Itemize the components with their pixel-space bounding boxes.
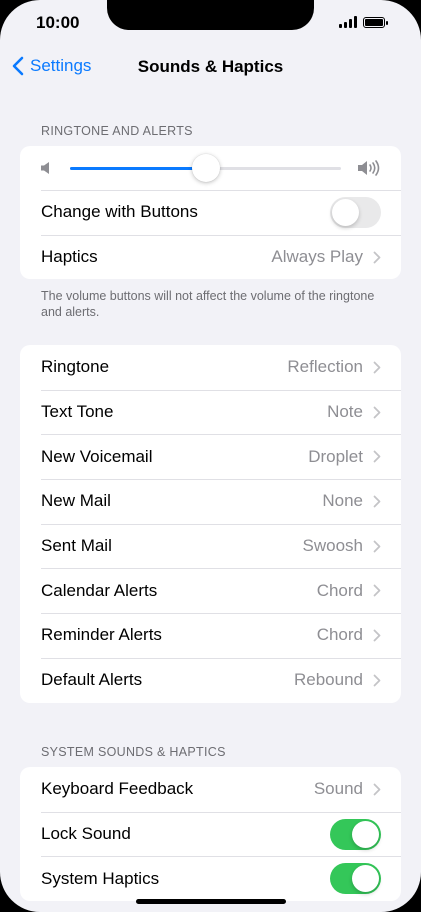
volume-slider-fill [70,167,206,170]
chevron-right-icon [373,251,381,263]
home-indicator[interactable] [136,899,286,904]
volume-slider[interactable] [70,154,341,182]
phone-screen: 10:00 Settings Sounds & Haptics RINGTONE… [0,0,421,912]
volume-slider-row [20,146,401,190]
section-header-ringtone: RINGTONE AND ALERTS [41,124,193,138]
tone-row[interactable]: Ringtone Reflection [20,345,401,390]
chevron-right-icon [373,629,381,642]
keyboard-feedback-row[interactable]: Keyboard Feedback Sound [20,767,401,812]
tone-label: Reminder Alerts [41,625,162,645]
tone-row[interactable]: Text Tone Note [20,389,401,435]
tone-label: Calendar Alerts [41,580,158,600]
tone-value: Chord [316,580,363,600]
tone-value: Swoosh [302,536,363,556]
tone-row[interactable]: Calendar Alerts Chord [20,568,401,613]
system-sounds-group: Keyboard Feedback Sound Lock Sound Syste… [20,767,401,902]
tone-row[interactable]: Sent Mail Swoosh [20,523,401,569]
tone-label: New Mail [41,491,111,511]
chevron-right-icon [373,406,381,418]
change-with-buttons-label: Change with Buttons [41,202,198,222]
tone-row[interactable]: Default Alerts Rebound [20,657,401,703]
system-haptics-toggle[interactable] [330,863,381,895]
change-with-buttons-toggle[interactable] [330,196,381,228]
tone-value: Note [327,402,363,422]
navigation-bar: Settings Sounds & Haptics [0,52,421,84]
tone-value: Chord [316,625,363,645]
battery-icon [363,16,388,28]
tone-label: Default Alerts [41,670,143,690]
speaker-low-icon [41,162,49,174]
chevron-right-icon [373,450,381,463]
lock-sound-label: Lock Sound [41,824,131,844]
chevron-right-icon [373,674,381,687]
tone-value: Rebound [293,670,363,690]
chevron-right-icon [373,361,381,374]
chevron-right-icon [373,783,381,796]
tone-label: New Voicemail [41,446,153,466]
haptics-row[interactable]: Haptics Always Play [20,234,401,280]
tone-label: Ringtone [41,357,110,377]
section-header-system: SYSTEM SOUNDS & HAPTICS [41,745,226,759]
haptics-value: Always Play [271,247,363,267]
lock-sound-row: Lock Sound [20,811,401,857]
system-haptics-row: System Haptics [20,856,401,901]
haptics-label: Haptics [41,247,98,267]
tone-value: Droplet [308,446,363,466]
tone-label: Text Tone [41,402,114,422]
system-haptics-label: System Haptics [41,868,160,888]
notch [107,0,314,30]
tone-label: Sent Mail [41,536,112,556]
keyboard-feedback-label: Keyboard Feedback [41,779,194,799]
status-icons [339,16,388,28]
page-title: Sounds & Haptics [137,57,284,76]
chevron-right-icon [373,540,381,552]
volume-footer-note: The volume buttons will not affect the v… [41,289,375,319]
tone-value: None [322,491,363,511]
chevron-right-icon [373,584,381,597]
change-with-buttons-row: Change with Buttons [20,190,401,235]
volume-slider-thumb[interactable] [191,154,220,182]
tone-row[interactable]: New Mail None [20,479,401,524]
chevron-right-icon [373,495,381,508]
signal-icon [339,16,357,28]
lock-sound-toggle[interactable] [330,818,381,850]
status-time: 10:00 [36,13,80,32]
keyboard-feedback-value: Sound [313,779,363,799]
ringtone-alerts-group: Change with Buttons Haptics Always Play [20,146,401,280]
tones-group: Ringtone Reflection Text Tone Note New V… [20,345,401,703]
tone-row[interactable]: Reminder Alerts Chord [20,613,401,658]
tone-value: Reflection [287,357,363,377]
speaker-high-icon [358,160,380,176]
tone-row[interactable]: New Voicemail Droplet [20,434,401,479]
